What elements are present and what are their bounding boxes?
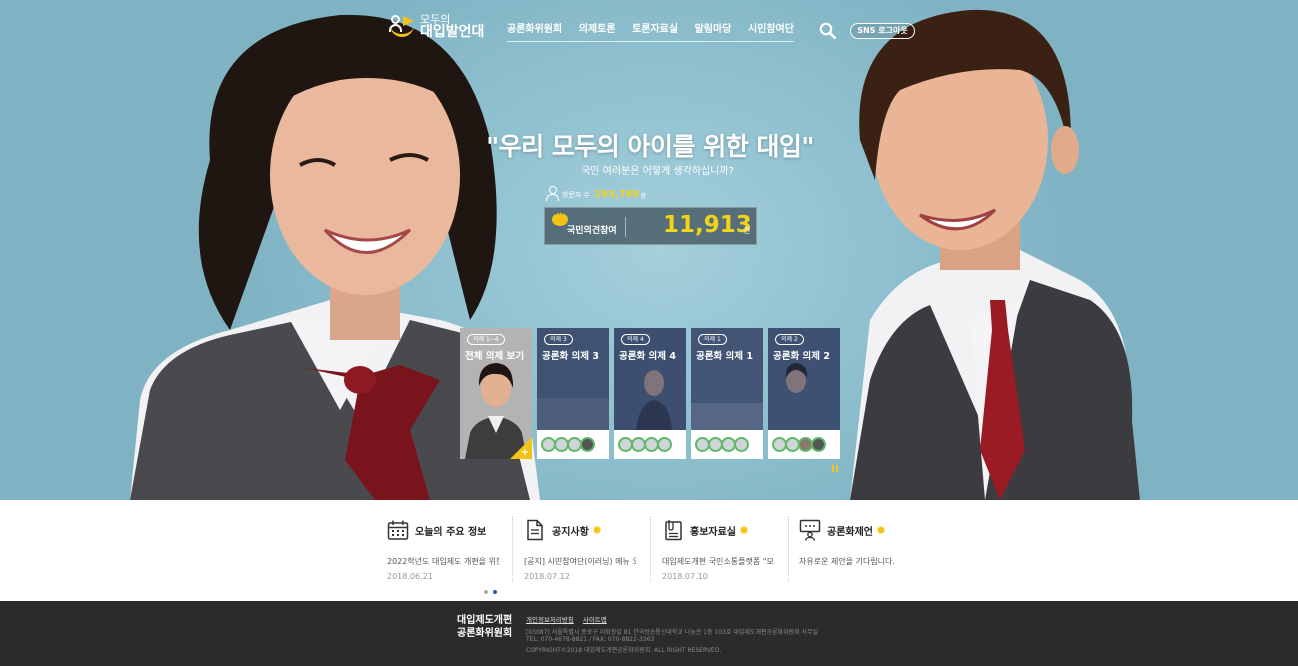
info-date: 2018.06.21 [387, 572, 433, 581]
sns-logout-button[interactable]: SNS 로그아웃 [850, 23, 915, 39]
info-title: 홍보자료실 [690, 526, 736, 538]
info-promo[interactable]: 홍보자료실 대입제도개편 국민소통플랫폼 "모두의 대입발언대" 2018.07… [662, 518, 782, 581]
pagination-dots [484, 590, 502, 594]
search-icon[interactable] [819, 22, 836, 39]
hero-subline: 국민 여러분은 어떻게 생각하십니까? [581, 166, 734, 177]
visitor-counter: 방문자 수 193,765 명 [546, 186, 647, 201]
participant-avatars [768, 430, 840, 459]
info-title: 공론화제언 [827, 526, 873, 538]
participant-avatars [614, 430, 686, 459]
footer-logo-line2: 공론화위원회 [457, 627, 513, 639]
new-dot [593, 527, 600, 533]
student-boy-photo [850, 9, 1140, 500]
new-dot [741, 527, 747, 533]
info-date: 2018.07.10 [662, 572, 708, 581]
agenda-card-4[interactable]: 의제 4 공론화 의제 4 [614, 328, 686, 459]
agenda-cards: 의제 1~4 전체 의제 보기 + 의제 3 공론화 의제 3 의제 4 공론화… [460, 328, 845, 459]
nav-item-resources[interactable]: 토론자료실 [632, 18, 678, 41]
avatar [580, 437, 595, 452]
footer-logo-line1: 대입제도개편 [457, 615, 513, 626]
info-date: 2018.07.12 [524, 572, 570, 581]
info-text[interactable]: 2022학년도 대입제도 개편을 위한 공론화 [387, 556, 499, 567]
info-bar: 오늘의 주요 정보 2022학년도 대입제도 개편을 위한 공론화 2018.0… [0, 500, 1298, 601]
info-notices[interactable]: 공지사항 [공지] 시민참여단(이러닝) 메뉴 오픈 안내 2018.07.12 [524, 518, 644, 581]
avatar [657, 437, 672, 452]
person-icon [546, 186, 559, 201]
participation-unit: 건 [743, 226, 751, 235]
nav-item-agenda-debate[interactable]: 의제토론 [579, 18, 616, 41]
visitor-label: 방문자 수 [562, 191, 590, 199]
participant-avatars [537, 430, 609, 459]
participation-count: 11,913 [663, 212, 752, 238]
card-title: 공론화 의제 1 [696, 351, 753, 362]
card-tag: 의제 1 [698, 334, 727, 345]
card-title: 공론화 의제 4 [619, 351, 676, 362]
nav-item-citizen-panel[interactable]: 시민참여단 [748, 18, 794, 41]
hero-headline: "우리 모두의 아이를 위한 대입" [486, 132, 814, 161]
card-tag: 의제 2 [775, 334, 804, 345]
nav-item-committee[interactable]: 공론화위원회 [507, 18, 562, 41]
footer-copyright: COPYRIGHT©2018 대입제도개편공론화위원회. ALL RIGHT R… [526, 647, 722, 654]
card-tag: 의제 4 [621, 334, 650, 345]
hero-banner: 모두의 대입발언대 공론화위원회 의제토론 토론자료실 알림마당 시민참여단 S… [0, 0, 1298, 500]
site-footer: 대입제도개편 공론화위원회 개인정보처리방침 사이트맵 [03087] 서울특별… [0, 601, 1298, 666]
speech-bubble-icon [552, 210, 568, 226]
agenda-card-1[interactable]: 의제 1 공론화 의제 1 [691, 328, 763, 459]
clip-document-icon [665, 520, 682, 541]
visitor-count: 193,765 [594, 189, 640, 200]
logo-icon [389, 13, 417, 41]
site-logo[interactable]: 모두의 대입발언대 [389, 13, 484, 41]
card-title: 공론화 의제 3 [542, 351, 599, 362]
card-tag: 의제 1~4 [467, 334, 505, 345]
presenter-icon [799, 519, 821, 541]
new-dot [878, 527, 884, 533]
avatar [734, 437, 749, 452]
document-icon [527, 519, 543, 541]
card-tag: 의제 3 [544, 334, 573, 345]
privacy-policy-link[interactable]: 개인정보처리방침 [526, 614, 574, 624]
visitor-unit: 명 [640, 193, 647, 200]
footer-links: 개인정보처리방침 사이트맵 [526, 614, 616, 624]
agenda-card-3[interactable]: 의제 3 공론화 의제 3 [537, 328, 609, 459]
info-title: 공지사항 [552, 526, 589, 538]
footer-contact: TEL: 070-4678-8821 / FAX: 070-8822-3363 [526, 636, 655, 643]
info-text[interactable]: 자유로운 제안을 기다립니다. [799, 556, 911, 567]
pause-icon[interactable] [832, 465, 838, 472]
participation-label: 국민의견참여 [567, 226, 617, 236]
main-nav: 공론화위원회 의제토론 토론자료실 알림마당 시민참여단 [507, 18, 794, 42]
agenda-card-2[interactable]: 의제 2 공론화 의제 2 [768, 328, 840, 459]
info-text[interactable]: [공지] 시민참여단(이러닝) 메뉴 오픈 안내 [524, 556, 636, 567]
agenda-card-all[interactable]: 의제 1~4 전체 의제 보기 + [460, 328, 532, 459]
info-title: 오늘의 주요 정보 [415, 526, 487, 538]
info-proposal[interactable]: 공론화제언 자유로운 제안을 기다립니다. [799, 518, 919, 572]
plus-icon: + [520, 447, 529, 458]
info-today[interactable]: 오늘의 주요 정보 2022학년도 대입제도 개편을 위한 공론화 2018.0… [387, 518, 507, 594]
card-title: 공론화 의제 2 [773, 351, 830, 362]
participation-counter: 국민의견참여 11,913 건 [544, 207, 757, 245]
participant-avatars [691, 430, 763, 459]
logo-line2: 대입발언대 [420, 24, 485, 41]
sitemap-link[interactable]: 사이트맵 [583, 614, 607, 624]
card-title: 전체 의제 보기 [465, 351, 525, 362]
footer-logo: 대입제도개편 공론화위원회 [457, 615, 512, 640]
info-text[interactable]: 대입제도개편 국민소통플랫폼 "모두의 대입발언대" [662, 556, 774, 567]
nav-item-notices[interactable]: 알림마당 [695, 18, 732, 41]
footer-address: [03087] 서울특별시 종로구 이화장길 81 한국방송통신대학교 나눔관 … [526, 629, 819, 636]
avatar [811, 437, 826, 452]
calendar-icon [387, 520, 409, 540]
